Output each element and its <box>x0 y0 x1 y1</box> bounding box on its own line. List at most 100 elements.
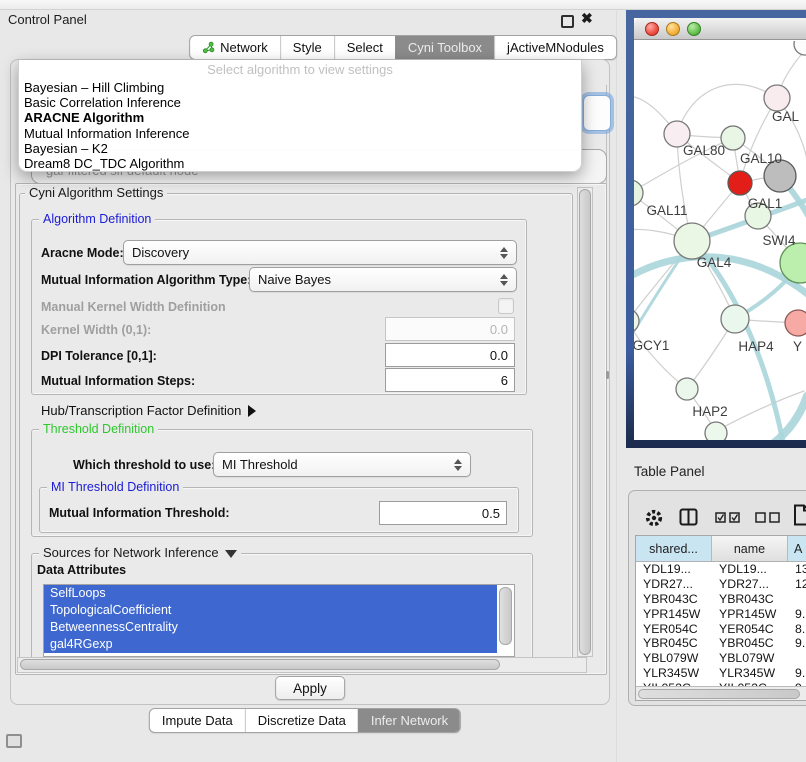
which-threshold-label: Which threshold to use: <box>73 458 215 472</box>
tab-impute-data[interactable]: Impute Data <box>150 709 245 732</box>
data-attribute-item[interactable]: SelfLoops <box>44 585 497 602</box>
manual-kernel-label: Manual Kernel Width Definition <box>41 300 226 314</box>
network-node[interactable] <box>676 378 698 400</box>
network-node[interactable] <box>764 85 790 111</box>
settings-vscrollbar-thumb[interactable] <box>579 189 591 655</box>
apply-button[interactable]: Apply <box>275 676 345 700</box>
which-threshold-value: MI Threshold <box>222 457 298 472</box>
inference-algorithm-combo[interactable] <box>583 95 611 131</box>
network-edge[interactable] <box>762 396 806 440</box>
network-node[interactable] <box>794 41 806 55</box>
data-attributes-list[interactable]: SelfLoopsTopologicalCoefficientBetweenne… <box>43 584 515 657</box>
table-row[interactable]: YBR045CYBR045C9. <box>636 636 806 651</box>
data-attribute-item[interactable]: TopologicalCoefficient <box>44 602 497 619</box>
table-cell: YER054C <box>636 622 712 637</box>
mi-steps-field[interactable]: 6 <box>385 368 515 392</box>
algorithm-option[interactable]: Bayesian – Hill Climbing <box>19 80 581 95</box>
tab-select[interactable]: Select <box>334 36 395 59</box>
table-cell: YER054C <box>712 622 788 637</box>
tab-style[interactable]: Style <box>280 36 334 59</box>
resize-nub[interactable] <box>606 371 609 379</box>
data-attribute-item[interactable]: BetweennessCentrality <box>44 619 497 636</box>
table-cell: YDR27... <box>712 577 788 592</box>
close-panel-icon[interactable]: ✖ <box>581 10 593 27</box>
split-columns-icon[interactable] <box>679 508 698 526</box>
algorithm-option[interactable]: Bayesian – K2 <box>19 141 581 156</box>
table-hscrollbar-thumb[interactable] <box>638 689 800 699</box>
select-all-rows-icon[interactable] <box>715 512 741 523</box>
algorithm-option[interactable]: Dream8 DC_TDC Algorithm <box>19 156 581 171</box>
mi-threshold-field[interactable]: 0.5 <box>379 501 507 525</box>
column-header-shared-name[interactable]: shared... <box>636 536 712 561</box>
settings-vscrollbar <box>577 187 593 657</box>
table-cell: YDR27... <box>636 577 712 592</box>
mi-type-combo[interactable]: Naive Bayes <box>249 267 517 292</box>
aracne-mode-combo[interactable]: Discovery <box>123 240 517 265</box>
network-node[interactable] <box>728 171 752 195</box>
network-node[interactable] <box>674 223 710 259</box>
dpi-tolerance-field[interactable]: 0.0 <box>385 343 515 367</box>
table-row[interactable]: YER054CYER054C8. <box>636 622 806 637</box>
panel-divider[interactable] <box>616 9 617 762</box>
float-panel-icon[interactable] <box>561 15 574 28</box>
panel-grip-icon[interactable] <box>6 734 22 748</box>
table-cell: YBR045C <box>712 636 788 651</box>
kernel-width-field[interactable]: 0.0 <box>385 317 515 341</box>
network-node[interactable] <box>705 422 727 440</box>
table-body: YDL19...YDL19...13YDR27...YDR27...12YBR0… <box>636 562 806 696</box>
document-icon[interactable] <box>793 504 806 526</box>
node-label: Y <box>793 339 802 354</box>
table-cell: 9. <box>788 636 806 651</box>
stepper-arrows-icon <box>494 247 508 259</box>
network-canvas[interactable]: GALGAL80GAL10GAL1GAL11SWI4GAL4GCY1HAP4YH… <box>634 41 806 440</box>
tab-infer-network[interactable]: Infer Network <box>358 709 460 732</box>
network-window-inner: GALGAL80GAL10GAL1GAL11SWI4GAL4GCY1HAP4YH… <box>634 18 806 440</box>
table-row[interactable]: YDL19...YDL19...13 <box>636 562 806 577</box>
zoom-window-icon[interactable] <box>687 22 701 36</box>
algorithm-option[interactable]: ARACNE Algorithm <box>19 110 581 125</box>
tab-label: Cyni Toolbox <box>408 40 482 55</box>
table-row[interactable]: YBR043CYBR043C <box>636 592 806 607</box>
mi-type-label: Mutual Information Algorithm Type: <box>41 273 251 287</box>
table-cell: YBL079W <box>636 651 712 666</box>
algorithm-option[interactable]: Mutual Information Inference <box>19 126 581 141</box>
which-threshold-combo[interactable]: MI Threshold <box>213 452 471 477</box>
table-cell: 12 <box>788 577 806 592</box>
hub-definition-toggle[interactable]: Hub/Transcription Factor Definition <box>41 403 256 418</box>
network-node[interactable] <box>721 305 749 333</box>
table-cell: 13 <box>788 562 806 577</box>
column-header-name[interactable]: name <box>712 536 788 561</box>
table-row[interactable]: YLR345WYLR345W9. <box>636 666 806 681</box>
stepper-arrows-icon <box>494 274 508 286</box>
table-row[interactable]: YPR145WYPR145W9. <box>636 607 806 622</box>
table-cell: YLR345W <box>636 666 712 681</box>
network-node[interactable] <box>785 310 806 336</box>
node-label: HAP4 <box>738 339 774 354</box>
tab-cyni-toolbox[interactable]: Cyni Toolbox <box>395 36 494 59</box>
sources-group-toggle[interactable]: Sources for Network Inference <box>39 546 241 560</box>
close-window-icon[interactable] <box>645 22 659 36</box>
tab-jactivemnodules[interactable]: jActiveMNodules <box>494 36 616 59</box>
settings-hscrollbar-thumb[interactable] <box>20 659 500 670</box>
app-top-strip <box>0 0 806 10</box>
manual-kernel-checkbox[interactable] <box>498 298 514 314</box>
gear-icon[interactable] <box>643 507 665 529</box>
network-edge[interactable] <box>634 321 687 389</box>
table-cell: 9. <box>788 607 806 622</box>
algorithm-option[interactable]: Basic Correlation Inference <box>19 95 581 110</box>
network-edge[interactable] <box>677 84 777 134</box>
table-cell: YBR043C <box>712 592 788 607</box>
list-scrollbar-thumb[interactable] <box>499 587 512 645</box>
column-header-partial[interactable]: A <box>788 536 806 561</box>
tab-discretize-data[interactable]: Discretize Data <box>245 709 358 732</box>
data-attribute-item[interactable]: gal4RGexp <box>44 636 497 653</box>
table-row[interactable]: YBL079WYBL079W <box>636 651 806 666</box>
node-label: GAL80 <box>683 143 725 158</box>
table-row[interactable]: YDR27...YDR27...12 <box>636 577 806 592</box>
network-window-titlebar[interactable] <box>634 18 806 40</box>
node-label: SWI4 <box>762 233 795 248</box>
deselect-all-rows-icon[interactable] <box>755 512 781 523</box>
minimize-window-icon[interactable] <box>666 22 680 36</box>
tab-network[interactable]: Network <box>190 36 280 59</box>
mi-type-value: Naive Bayes <box>258 272 331 287</box>
